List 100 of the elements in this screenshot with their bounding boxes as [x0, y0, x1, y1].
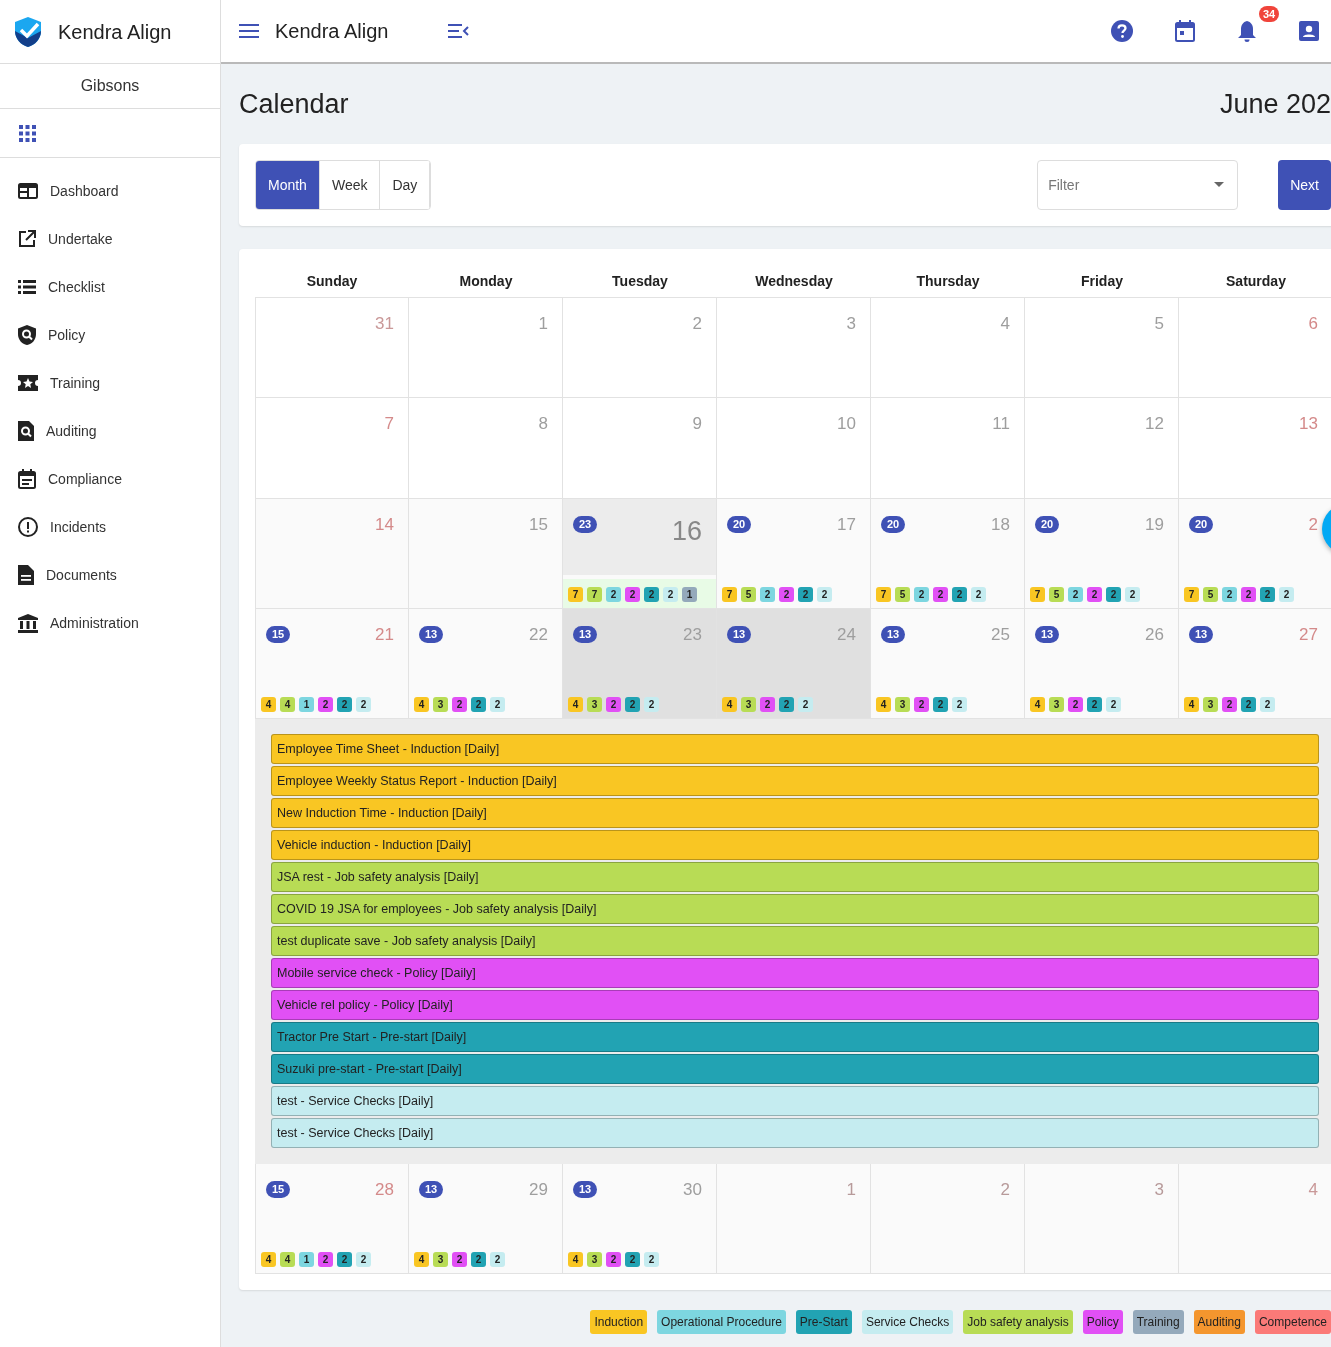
day-number: 13 [1299, 415, 1318, 432]
event-bar[interactable]: Suzuki pre-start - Pre-start [Daily] [271, 1054, 1319, 1084]
day-number: 29 [529, 1181, 548, 1198]
day-number: 23 [683, 626, 702, 643]
month-title: June 202 [1219, 87, 1331, 121]
day-cell[interactable]: 20 19 7 5 2 2 2 2 [1025, 499, 1179, 609]
event-bar[interactable]: Tractor Pre Start - Pre-start [Daily] [271, 1022, 1319, 1052]
category-count: 2 [318, 697, 333, 712]
day-cell[interactable]: 13 25 4 3 2 2 2 [871, 609, 1025, 719]
category-count: 2 [779, 587, 794, 602]
category-count: 2 [625, 1252, 640, 1267]
event-count: 13 [1189, 626, 1214, 644]
legend-tag: Operational Procedure [657, 1310, 786, 1334]
category-count: 2 [1260, 587, 1275, 602]
event-bar[interactable]: New Induction Time - Induction [Daily] [271, 798, 1319, 828]
view-tab[interactable]: Month [256, 161, 320, 209]
filter-dropdown[interactable]: Filter [1037, 160, 1239, 210]
apps-grid-icon[interactable] [19, 124, 36, 142]
day-number: 28 [375, 1181, 394, 1198]
collapse-menu-icon[interactable] [448, 24, 470, 38]
day-number: 4 [1308, 1181, 1318, 1198]
day-cell[interactable]: 13 27 4 3 2 2 2 [1179, 609, 1331, 719]
day-number: 3 [846, 315, 856, 332]
category-count: 2 [1241, 587, 1256, 602]
day-cell[interactable]: 13 22 4 3 2 2 2 [409, 609, 563, 719]
category-count: 3 [587, 697, 602, 712]
category-count: 2 [1068, 587, 1083, 602]
legend-tag: Training [1132, 1310, 1184, 1334]
day-cell[interactable]: 20 17 7 5 2 2 2 2 [717, 499, 871, 609]
category-count: 4 [1184, 697, 1199, 712]
category-count: 4 [414, 697, 429, 712]
day-number: 19 [1145, 516, 1164, 533]
app-title: Kendra Align [275, 19, 389, 44]
sidebar-item[interactable]: Dashboard [0, 167, 220, 215]
event-count: 13 [419, 1181, 444, 1199]
event-bar[interactable]: Vehicle induction - Induction [Daily] [271, 830, 1319, 860]
day-cell[interactable]: 15 21 4 4 1 2 2 2 [255, 609, 409, 719]
sidebar-item[interactable]: Compliance [0, 455, 220, 503]
day-cell[interactable]: 13 26 4 3 2 2 2 [1025, 609, 1179, 719]
sidebar-item[interactable]: Auditing [0, 407, 220, 455]
contact-card-icon[interactable] [1299, 21, 1319, 41]
event-bar[interactable]: Vehicle rel policy - Policy [Daily] [271, 990, 1319, 1020]
event-bar[interactable]: test - Service Checks [Daily] [271, 1118, 1319, 1148]
weekday-header: Tuesday [611, 271, 669, 291]
legend-tag: Policy [1082, 1310, 1123, 1334]
exclamation-circle-icon [18, 517, 38, 537]
category-count: 3 [587, 1252, 602, 1267]
category-count: 7 [568, 587, 583, 602]
sidebar-item[interactable]: Checklist [0, 263, 220, 311]
category-count: 2 [914, 697, 929, 712]
day-cell[interactable]: 15 28 4 4 1 2 2 2 [255, 1164, 409, 1274]
category-count: 2 [817, 587, 832, 602]
category-count: 2 [798, 587, 813, 602]
day-number: 2 [692, 315, 702, 332]
sidebar-item[interactable]: Documents [0, 551, 220, 599]
day-cell[interactable]: 13 29 4 3 2 2 2 [409, 1164, 563, 1274]
shield-check-logo [14, 15, 42, 48]
category-count: 2 [644, 697, 659, 712]
day-cell[interactable]: 20 2 7 5 2 2 2 2 [1179, 499, 1331, 609]
event-count: 13 [573, 1181, 598, 1199]
sidebar-item[interactable]: Administration [0, 599, 220, 647]
category-count: 2 [452, 1252, 467, 1267]
day-cell[interactable]: 13 23 4 3 2 2 2 [563, 609, 717, 719]
day-cell[interactable]: 13 24 4 3 2 2 2 [717, 609, 871, 719]
category-count: 4 [280, 697, 295, 712]
category-count: 2 [625, 587, 640, 602]
event-bar[interactable]: COVID 19 JSA for employees - Job safety analysis [Daily] [271, 894, 1319, 924]
day-cell[interactable]: 20 18 7 5 2 2 2 2 [871, 499, 1025, 609]
weekday-header: Wednesday [754, 271, 834, 291]
event-bar[interactable]: test duplicate save - Job safety analysis [Daily] [271, 926, 1319, 956]
sidebar-item[interactable]: Undertake [0, 215, 220, 263]
calendar-list-icon [18, 469, 36, 489]
category-count: 7 [1030, 587, 1045, 602]
event-bar[interactable]: Employee Time Sheet - Induction [Daily] [271, 734, 1319, 764]
day-cell[interactable]: 13 30 4 3 2 2 2 [563, 1164, 717, 1274]
sidebar-item[interactable]: Incidents [0, 503, 220, 551]
day-cell[interactable]: 23 16 7 7 2 2 2 2 1 [563, 499, 717, 609]
event-bar[interactable]: JSA rest - Job safety analysis [Daily] [271, 862, 1319, 892]
sidebar-item[interactable]: Policy [0, 311, 220, 359]
event-bar[interactable]: test - Service Checks [Daily] [271, 1086, 1319, 1116]
category-count: 2 [1222, 587, 1237, 602]
legend-tag: Induction [590, 1310, 648, 1334]
category-count: 3 [1203, 697, 1218, 712]
category-count: 2 [952, 587, 967, 602]
event-bar[interactable]: Mobile service check - Policy [Daily] [271, 958, 1319, 988]
day-number: 30 [683, 1181, 702, 1198]
help-icon[interactable] [1111, 20, 1133, 42]
weekday-header: Thursday [915, 271, 981, 291]
sidebar-item[interactable]: Training [0, 359, 220, 407]
menu-icon[interactable] [239, 24, 259, 38]
category-count: 2 [644, 587, 659, 602]
next-button[interactable]: Next [1278, 160, 1331, 210]
category-count: 2 [471, 697, 486, 712]
window-icon [18, 183, 38, 199]
calendar-icon[interactable] [1175, 20, 1195, 42]
legend-tag: Job safety analysis [963, 1310, 1073, 1334]
event-count: 20 [1035, 516, 1060, 534]
event-bar[interactable]: Employee Weekly Status Report - Induction [Daily] [271, 766, 1319, 796]
bell-icon[interactable] [1237, 20, 1257, 42]
category-count: 3 [433, 1252, 448, 1267]
